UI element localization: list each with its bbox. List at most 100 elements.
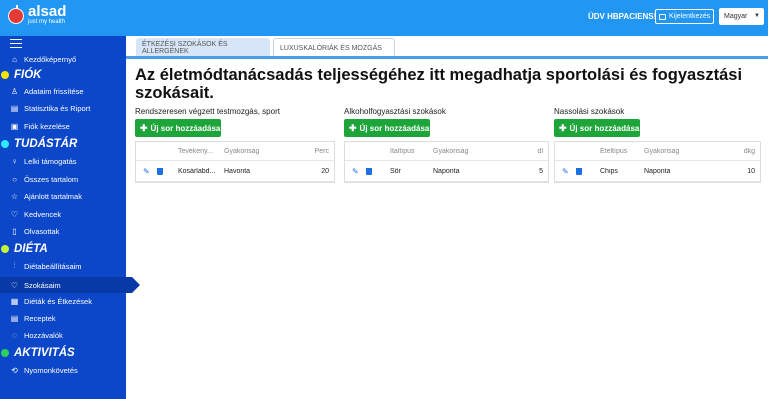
top-bar: alsad just my health ÜDV HBPACIENS! Kije… [0, 0, 768, 36]
column-header[interactable]: Ételtípus [596, 148, 640, 155]
column-header[interactable]: Italtípus [386, 148, 429, 155]
edit-icon[interactable]: ✎ [143, 167, 150, 176]
home-icon: ⌂ [12, 54, 17, 64]
sidebar: ⌂ Kezdőképernyő FIÓK ♙ Adataim frissítés… [0, 36, 140, 399]
heart-icon: ♡ [10, 280, 19, 290]
brand-name: alsad [28, 3, 67, 20]
alcohol-table: Italtípus Gyakoriság dl ✎ Sör Naponta 5 [344, 141, 549, 183]
sidebar-item-label: Szokásaim [24, 280, 61, 290]
sidebar-item-home[interactable]: ⌂ Kezdőképernyő [0, 51, 126, 67]
delete-icon[interactable] [575, 167, 582, 175]
add-row-button[interactable]: ✚ Új sor hozzáadása [344, 119, 430, 137]
table-cell: 20 [321, 167, 329, 175]
language-select[interactable]: Magyar ▼ [719, 8, 764, 25]
sidebar-item-statistics[interactable]: ▤ Statisztika és Riport [0, 100, 126, 116]
add-row-button[interactable]: ✚ Új sor hozzáadása [135, 119, 221, 137]
table-header: Italtípus Gyakoriság dl [345, 142, 548, 161]
sidebar-item-label: Kedvencek [24, 209, 62, 219]
sidebar-item-habits[interactable]: ♡ Szokásaim [0, 277, 140, 293]
table-cell: Naponta [433, 167, 460, 175]
table-cell: 10 [747, 167, 755, 175]
sidebar-item-label: Hozzávalók [24, 330, 63, 340]
column-header[interactable]: dl [489, 148, 548, 155]
sidebar-item-label: Ajánlott tartalmak [24, 191, 82, 201]
delete-icon[interactable] [156, 167, 163, 175]
section-aktivitas: AKTIVITÁS [0, 345, 126, 361]
sliders-icon: ⫶ [13, 261, 16, 270]
ingredients-icon: ◌ [12, 330, 17, 340]
table-header: Ételtípus Gyakoriság dkg [555, 142, 760, 161]
heart-icon: ♡ [10, 209, 19, 219]
sidebar-item-label: Diétabeállításaim [24, 261, 82, 271]
sidebar-item-label: Receptek [24, 313, 56, 323]
search-icon: ○ [12, 174, 17, 184]
delete-icon[interactable] [365, 167, 372, 175]
add-row-label: Új sor hozzáadása [150, 123, 221, 133]
column-header[interactable]: Perc [280, 148, 334, 155]
column-header[interactable]: Gyakoriság [220, 148, 280, 155]
table-cell: Sör [390, 167, 401, 175]
column-header[interactable]: dkg [700, 148, 760, 155]
tab-luxury-calories[interactable]: LUXUSKALÓRIÁK ÉS MOZGÁS [273, 38, 395, 57]
hamburger-menu-icon[interactable] [10, 39, 22, 48]
section-dot-icon [1, 245, 9, 253]
sidebar-item-ingredients[interactable]: ◌ Hozzávalók [0, 327, 126, 343]
panel-label: Alkoholfogyasztási szokások [344, 107, 446, 116]
apple-logo-icon [8, 4, 24, 24]
section-tudastar: TUDÁSTÁR [0, 136, 126, 152]
section-dot-icon [1, 140, 9, 148]
sidebar-item-favorites[interactable]: ♡ Kedvencek [0, 206, 126, 222]
panel-label: Rendszeresen végzett testmozgás, sport [135, 107, 280, 116]
sidebar-item-read[interactable]: ▯ Olvasottak [0, 223, 126, 239]
panel-exercise: Rendszeresen végzett testmozgás, sport ✚… [135, 107, 335, 183]
plus-icon: ✚ [349, 122, 357, 133]
logo[interactable]: alsad just my health [8, 3, 67, 26]
sidebar-item-label: Adataim frissítése [24, 86, 84, 96]
add-row-label: Új sor hozzáadása [569, 123, 640, 133]
table-cell: Chips [600, 167, 618, 175]
logout-icon [659, 13, 666, 20]
section-title: FIÓK [14, 69, 42, 81]
sidebar-item-mental-support[interactable]: ♀ Lelki támogatás [0, 153, 126, 169]
tab-underline [126, 56, 768, 59]
tab-eating-habits[interactable]: ÉTKEZÉSI SZOKÁSOK ÉS ALLERGÉNEK [136, 38, 270, 57]
column-header[interactable]: Gyakoriság [429, 148, 489, 155]
sidebar-item-all-content[interactable]: ○ Összes tartalom [0, 171, 126, 187]
table-cell: Naponta [644, 167, 671, 175]
sidebar-item-recommended[interactable]: ☆ Ajánlott tartalmak [0, 188, 126, 204]
sidebar-item-diet-settings[interactable]: ⫶ Diétabeállításaim [0, 258, 126, 274]
sidebar-item-diets-meals[interactable]: ▦ Diéták és Étkezések [0, 293, 126, 309]
table-row: ✎ Kosárlabd... Havonta 20 [136, 161, 334, 182]
page-title: Az életmódtanácsadás teljességéhez itt m… [135, 66, 743, 102]
section-title: TUDÁSTÁR [14, 138, 78, 150]
welcome-text: ÜDV HBPACIENS! [588, 12, 657, 21]
chart-icon: ▤ [10, 103, 19, 113]
meal-icon: ▦ [10, 296, 19, 306]
panel-snacking: Nassolási szokások ✚ Új sor hozzáadása É… [554, 107, 761, 183]
sidebar-item-label: Diéták és Étkezések [24, 296, 92, 306]
column-header[interactable]: Gyakoriság [640, 148, 700, 155]
sidebar-item-tracking[interactable]: ⟲ Nyomonkövetés [0, 362, 126, 378]
sidebar-item-account[interactable]: ▣ Fiók kezelése [0, 118, 126, 134]
edit-icon[interactable]: ✎ [352, 167, 359, 176]
panel-label: Nassolási szokások [554, 107, 625, 116]
section-dieta: DIÉTA [0, 241, 126, 257]
edit-icon[interactable]: ✎ [562, 167, 569, 176]
sidebar-item-update-data[interactable]: ♙ Adataim frissítése [0, 83, 126, 99]
add-row-button[interactable]: ✚ Új sor hozzáadása [554, 119, 640, 137]
table-row: ✎ Chips Naponta 10 [555, 161, 760, 182]
sidebar-item-recipes[interactable]: ▤ Receptek [0, 310, 126, 326]
sidebar-item-label: Kezdőképernyő [24, 54, 77, 64]
account-card-icon: ▣ [10, 121, 19, 131]
plus-icon: ✚ [140, 122, 148, 133]
sidebar-item-label: Statisztika és Riport [24, 103, 91, 113]
caret-down-icon: ▼ [754, 13, 760, 19]
snacking-table: Ételtípus Gyakoriság dkg ✎ Chips Naponta… [554, 141, 761, 183]
logout-button[interactable]: Kijelentkezés [655, 9, 714, 24]
sidebar-item-label: Fiók kezelése [24, 121, 70, 131]
column-header[interactable]: Tevékeny... [174, 148, 220, 155]
table-row: ✎ Sör Naponta 5 [345, 161, 548, 182]
brand-tagline: just my health [28, 19, 66, 25]
sidebar-item-label: Nyomonkövetés [24, 365, 78, 375]
table-cell: 5 [539, 167, 543, 175]
